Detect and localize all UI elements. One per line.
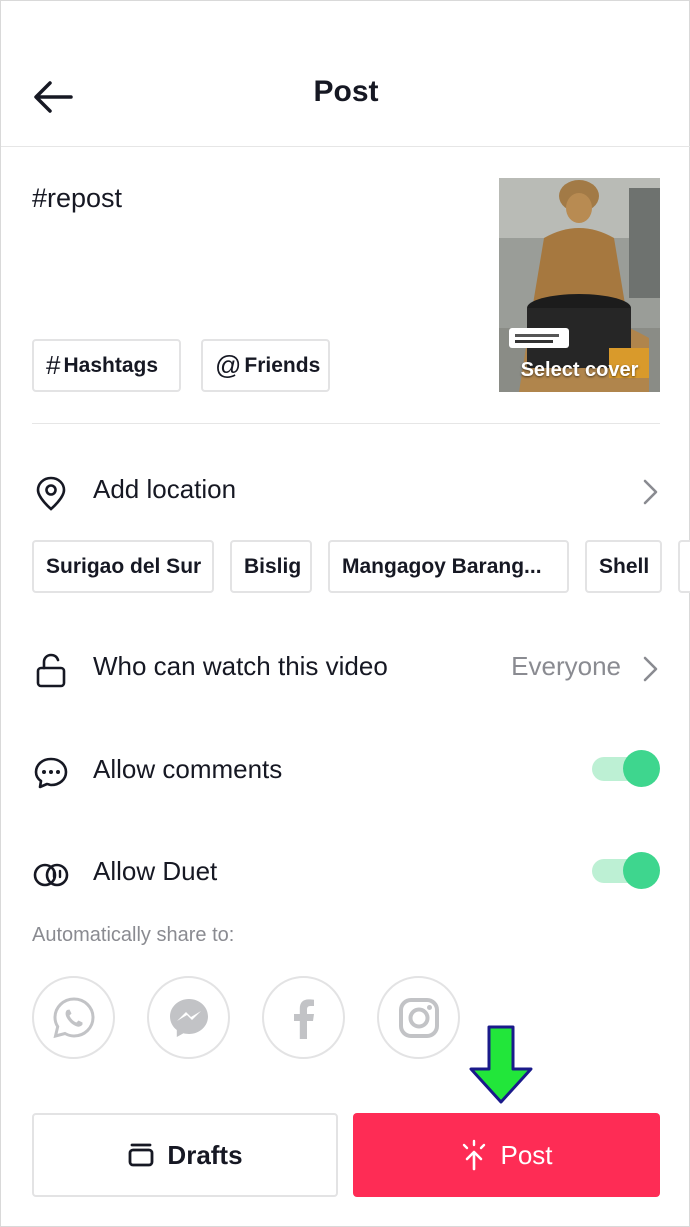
whatsapp-icon (52, 996, 95, 1038)
chevron-right-icon (643, 479, 658, 505)
top-bar: Post (1, 1, 690, 147)
drafts-button[interactable]: Drafts (32, 1113, 338, 1197)
post-upload-icon (460, 1139, 488, 1171)
share-messenger-button[interactable] (147, 976, 230, 1059)
post-label: Post (500, 1139, 553, 1170)
mention-icon: @ (215, 350, 242, 380)
toggle-knob (623, 852, 660, 889)
pointer-arrow-icon (469, 1025, 533, 1104)
share-facebook-button[interactable] (262, 976, 345, 1059)
lock-open-icon (36, 653, 66, 688)
facebook-icon (293, 998, 314, 1039)
friends-button[interactable]: @ Friends (201, 339, 330, 392)
allow-comments-row: Allow comments (1, 740, 690, 800)
privacy-value: Everyone (511, 651, 621, 681)
allow-duet-toggle[interactable] (592, 852, 660, 889)
select-cover-label: Select cover (520, 359, 639, 381)
add-location-row[interactable]: Add location (1, 460, 690, 520)
privacy-label: Who can watch this video (93, 651, 388, 681)
hashtags-button[interactable]: # Hashtags (32, 339, 181, 392)
location-chip[interactable]: Surigao del Sur (32, 540, 214, 593)
allow-comments-label: Allow comments (93, 754, 283, 784)
duet-icon (33, 863, 69, 887)
location-pin-icon (36, 476, 66, 511)
caption-input[interactable]: #repost (32, 183, 122, 214)
add-location-label: Add location (93, 474, 237, 504)
hashtag-icon: # (46, 350, 61, 380)
page-title: Post (313, 75, 379, 108)
select-cover-button[interactable]: Select cover (499, 178, 660, 392)
location-chip-more[interactable] (678, 540, 690, 593)
chevron-right-icon (643, 656, 658, 682)
location-chip[interactable]: Bislig (230, 540, 312, 593)
hashtags-label: Hashtags (63, 353, 158, 377)
messenger-icon (169, 998, 208, 1037)
post-button[interactable]: Post (353, 1113, 660, 1197)
divider (32, 423, 660, 424)
comment-icon (34, 757, 68, 789)
friends-label: Friends (244, 353, 321, 377)
share-instagram-button[interactable] (377, 976, 460, 1059)
drafts-icon (127, 1141, 155, 1169)
allow-comments-toggle[interactable] (592, 750, 660, 787)
toggle-knob (623, 750, 660, 787)
share-label: Automatically share to: (32, 924, 235, 946)
privacy-row[interactable]: Who can watch this video Everyone (1, 637, 690, 697)
location-chip[interactable]: Shell (585, 540, 662, 593)
drafts-label: Drafts (167, 1139, 243, 1170)
instagram-icon (398, 997, 439, 1038)
location-chip[interactable]: Mangagoy Barang... (328, 540, 569, 593)
share-whatsapp-button[interactable] (32, 976, 115, 1059)
allow-duet-label: Allow Duet (93, 856, 218, 886)
allow-duet-row: Allow Duet (1, 842, 690, 902)
